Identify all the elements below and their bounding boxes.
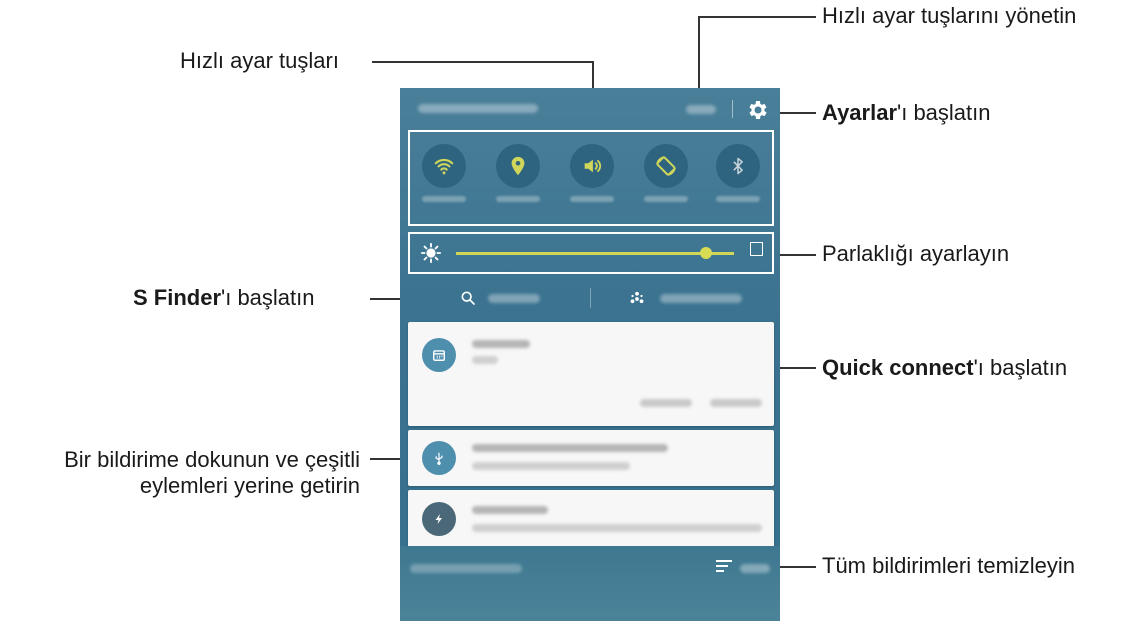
callout-quick-connect: Quick connect'ı başlatın xyxy=(822,355,1067,381)
brightness-slider-track[interactable] xyxy=(456,252,734,255)
charging-icon xyxy=(422,502,456,536)
clear-all-text[interactable] xyxy=(740,564,770,573)
row-divider xyxy=(590,288,591,308)
leader-line xyxy=(698,16,816,18)
notification-title xyxy=(472,506,548,514)
notification-card[interactable] xyxy=(408,430,774,486)
rotate-label xyxy=(644,196,688,202)
notification-action-button[interactable] xyxy=(710,399,762,407)
notification-card[interactable] xyxy=(408,322,774,426)
bluetooth-label xyxy=(716,196,760,202)
notification-title xyxy=(472,444,668,452)
callout-settings-rest: 'ı başlatın xyxy=(897,100,991,125)
callout-sfinder-bold: S Finder xyxy=(133,285,222,310)
quick-settings-panel xyxy=(408,130,774,226)
notification-subtitle xyxy=(472,462,630,470)
leader-line xyxy=(372,61,594,63)
callout-sfinder: S Finder'ı başlatın xyxy=(133,285,315,311)
panel-header xyxy=(400,88,780,130)
date-time-text xyxy=(418,104,538,113)
callout-quick-connect-rest: 'ı başlatın xyxy=(973,355,1068,380)
notification-action-button[interactable] xyxy=(640,399,692,407)
callout-sfinder-rest: 'ı başlatın xyxy=(221,285,315,310)
callout-notification: Bir bildirime dokunun ve çeşitli eylemle… xyxy=(8,447,360,499)
quick-connect-icon[interactable] xyxy=(628,290,646,308)
quick-connect-text[interactable] xyxy=(660,294,742,303)
notification-subtitle xyxy=(472,356,498,364)
sfinder-text[interactable] xyxy=(488,294,540,303)
callout-brightness: Parlaklığı ayarlayın xyxy=(822,241,1010,266)
usb-icon xyxy=(422,441,456,475)
leader-line xyxy=(774,112,816,114)
leader-line xyxy=(776,254,816,256)
clear-all-row xyxy=(400,554,780,584)
notification-panel xyxy=(400,88,780,621)
notification-card[interactable] xyxy=(408,490,774,548)
brightness-icon xyxy=(420,242,442,264)
callout-settings: Ayarlar'ı başlatın xyxy=(822,100,991,126)
callout-quick-settings: Hızlı ayar tuşları xyxy=(180,48,339,73)
location-icon[interactable] xyxy=(496,144,540,188)
wifi-label xyxy=(422,196,466,202)
wifi-icon[interactable] xyxy=(422,144,466,188)
brightness-slider-thumb[interactable] xyxy=(700,247,713,259)
brightness-control xyxy=(408,232,774,274)
notification-title xyxy=(472,340,530,348)
sound-icon[interactable] xyxy=(570,144,614,188)
clear-all-icon[interactable] xyxy=(716,560,732,574)
callout-notification-line1: Bir bildirime dokunun ve çeşitli xyxy=(64,447,360,472)
calendar-icon xyxy=(422,338,456,372)
gear-icon[interactable] xyxy=(745,98,769,122)
notification-subtitle xyxy=(472,524,762,532)
header-divider xyxy=(732,100,733,118)
search-icon[interactable] xyxy=(460,290,476,306)
callout-clear-all: Tüm bildirimleri temizleyin xyxy=(822,553,1076,578)
rotate-icon[interactable] xyxy=(644,144,688,188)
callout-quick-connect-bold: Quick connect xyxy=(822,355,974,380)
bluetooth-icon[interactable] xyxy=(716,144,760,188)
edit-text[interactable] xyxy=(686,105,716,114)
search-connect-row xyxy=(400,284,780,314)
callout-settings-bold: Ayarlar xyxy=(822,100,898,125)
location-label xyxy=(496,196,540,202)
callout-manage-quick-settings: Hızlı ayar tuşlarını yönetin xyxy=(822,3,1077,28)
sound-label xyxy=(570,196,614,202)
auto-brightness-checkbox[interactable] xyxy=(750,242,763,256)
callout-notification-line2: eylemleri yerine getirin xyxy=(139,473,360,498)
